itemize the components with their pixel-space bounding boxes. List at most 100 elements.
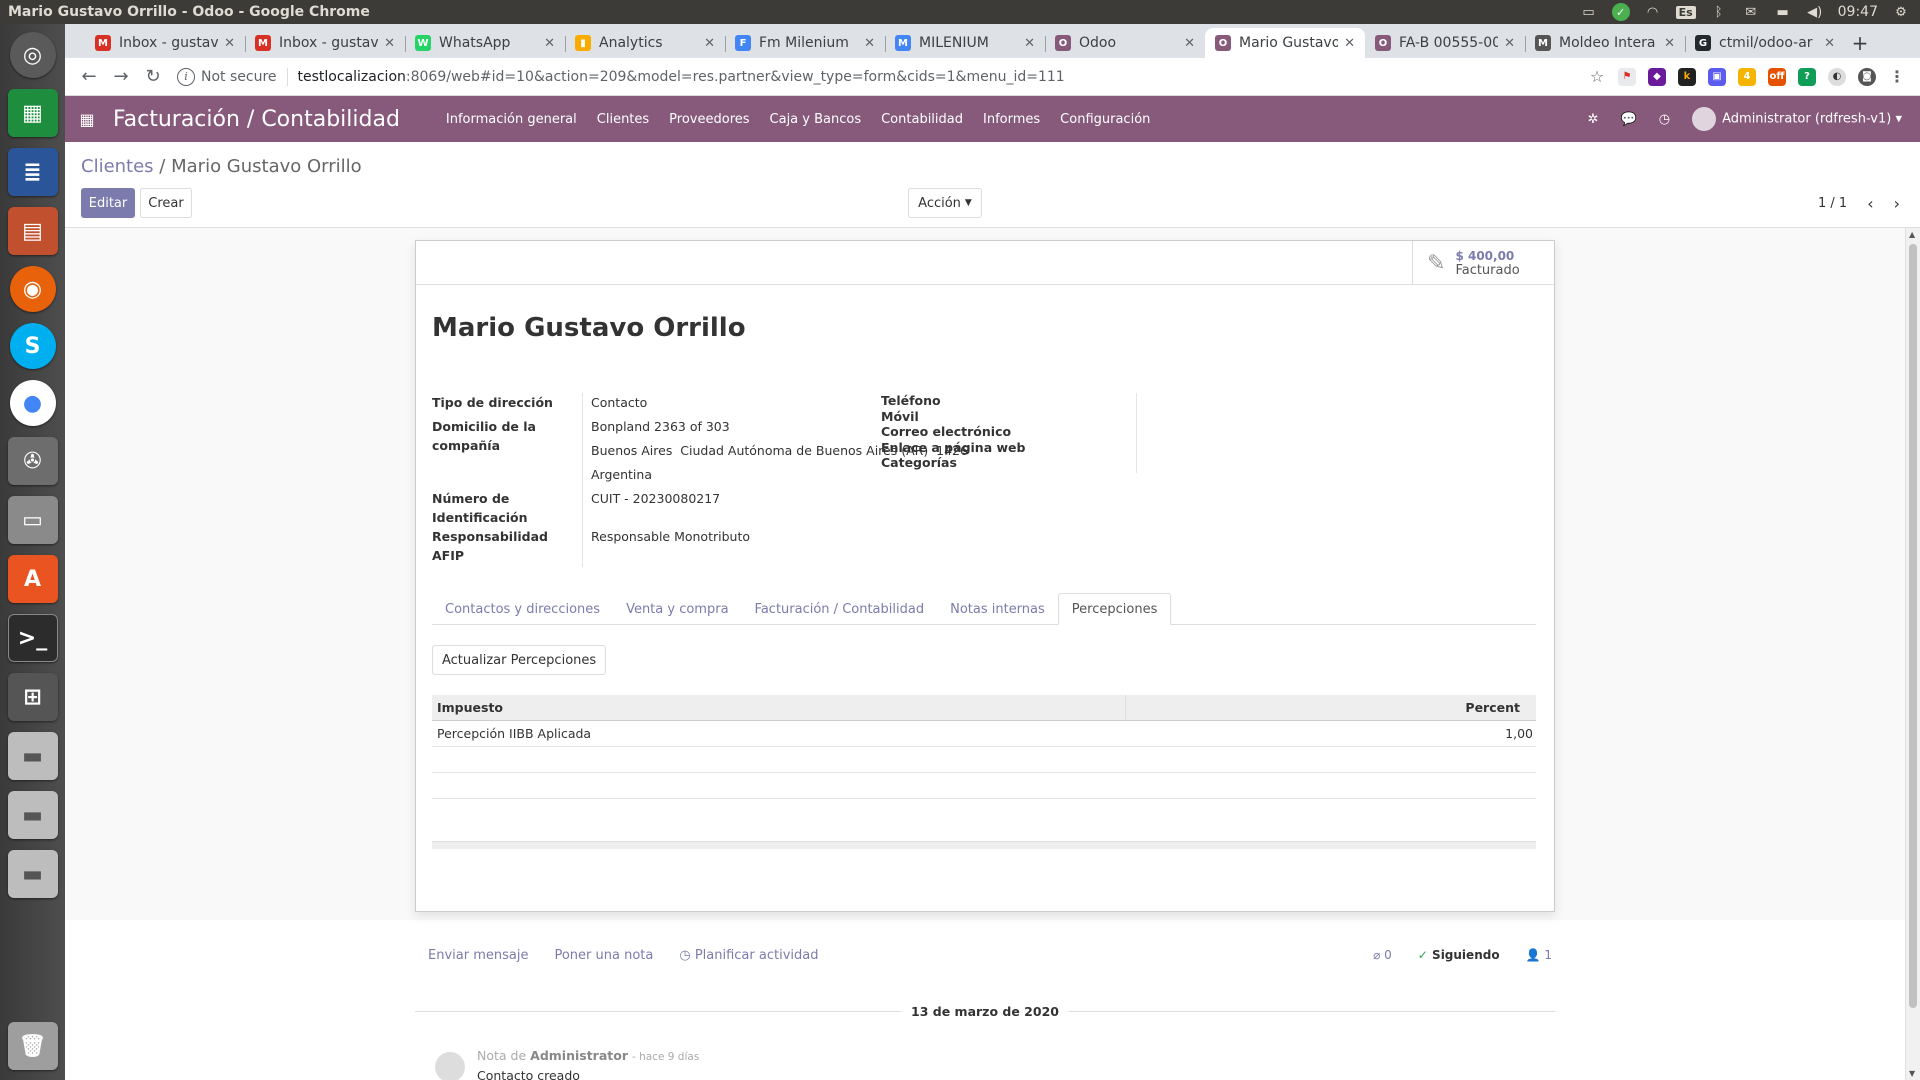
send-message-button[interactable]: Enviar mensaje xyxy=(428,948,528,963)
menu-item[interactable]: Clientes xyxy=(587,112,659,127)
notebook-tab[interactable]: Facturación / Contabilidad xyxy=(742,593,938,625)
browser-tab[interactable]: ▮ Analytics ✕ xyxy=(565,28,725,58)
browser-tab[interactable]: O FA-B 00555-00 ✕ xyxy=(1365,28,1525,58)
close-icon[interactable]: ✕ xyxy=(1664,36,1675,51)
keyboard-language[interactable]: Es xyxy=(1675,5,1696,19)
dash-home-icon[interactable]: ◎ xyxy=(9,32,56,78)
file-cabinet-icon[interactable]: ▭ xyxy=(7,496,58,544)
notebook-tab[interactable]: Venta y compra xyxy=(613,593,741,625)
browser-tab[interactable]: M MILENIUM ✕ xyxy=(885,28,1045,58)
screen-icon[interactable]: ▭ xyxy=(1580,5,1598,20)
star-bookmark-icon[interactable]: ☆ xyxy=(1588,67,1606,86)
settings-tools-icon[interactable]: ✇ xyxy=(7,437,58,485)
close-icon[interactable]: ✕ xyxy=(1824,36,1835,51)
extension-icon[interactable]: k xyxy=(1678,67,1696,86)
notebook-tab[interactable]: Notas internas xyxy=(937,593,1058,625)
drive-icon[interactable]: ▬ xyxy=(7,850,58,898)
forward-arrow-icon[interactable]: → xyxy=(105,61,137,93)
new-tab-button[interactable]: + xyxy=(1845,28,1875,58)
followers-button[interactable]: 👤 1 xyxy=(1526,948,1552,962)
check-status-icon[interactable]: ✓ xyxy=(1611,3,1630,21)
back-arrow-icon[interactable]: ← xyxy=(73,61,105,93)
browser-tab[interactable]: M Inbox - gustav ✕ xyxy=(85,28,245,58)
browser-tab[interactable]: F Fm Milenium ✕ xyxy=(725,28,885,58)
close-icon[interactable]: ✕ xyxy=(704,36,715,51)
software-center-icon[interactable]: A xyxy=(7,555,58,603)
menu-item[interactable]: Informes xyxy=(973,112,1050,127)
menu-item[interactable]: Caja y Bancos xyxy=(760,112,872,127)
bluetooth-icon[interactable]: ᛒ xyxy=(1710,5,1728,20)
browser-tab[interactable]: O Odoo ✕ xyxy=(1045,28,1205,58)
scroll-down-icon[interactable]: ▼ xyxy=(1909,1069,1915,1078)
scrollbar-thumb[interactable] xyxy=(1909,244,1917,1008)
update-perceptions-button[interactable]: Actualizar Percepciones xyxy=(432,645,607,675)
user-menu[interactable]: Administrator (rdfresh-v1) ▾ xyxy=(1692,107,1902,131)
drive-icon[interactable]: ▬ xyxy=(7,791,58,839)
info-icon[interactable]: i xyxy=(177,67,195,86)
pager-value[interactable]: 1 / 1 xyxy=(1818,196,1847,211)
close-icon[interactable]: ✕ xyxy=(1344,36,1355,51)
volume-icon[interactable]: ◀) xyxy=(1806,5,1824,20)
menu-item[interactable]: Configuración xyxy=(1050,112,1160,127)
apps-grid-icon[interactable]: ▦ xyxy=(65,96,109,142)
schedule-activity-button[interactable]: ◷ Planificar actividad xyxy=(679,948,818,963)
workspace-switcher-icon[interactable]: ⊞ xyxy=(7,673,58,721)
extension-icon[interactable]: ▣ xyxy=(1708,67,1726,86)
profile-avatar-icon[interactable]: ◙ xyxy=(1858,67,1876,86)
clock-activity-icon[interactable]: ◷ xyxy=(1659,112,1670,127)
terminal-icon[interactable]: >_ xyxy=(7,614,58,662)
spreadsheet-app-icon[interactable]: ▦ xyxy=(7,89,58,137)
more-menu-icon[interactable]: ⋮ xyxy=(1888,67,1906,86)
edit-button[interactable]: Editar xyxy=(81,188,135,218)
menu-item[interactable]: Información general xyxy=(436,112,587,127)
extension-icon[interactable]: ? xyxy=(1798,67,1816,86)
mail-icon[interactable]: ✉ xyxy=(1742,5,1760,20)
menu-item[interactable]: Proveedores xyxy=(659,112,759,127)
close-icon[interactable]: ✕ xyxy=(1504,36,1515,51)
close-icon[interactable]: ✕ xyxy=(1024,36,1035,51)
address-bar[interactable]: i Not secure testlocalizacion:8069/web#i… xyxy=(177,63,1588,91)
extension-icon[interactable]: ◆ xyxy=(1648,67,1666,86)
close-icon[interactable]: ✕ xyxy=(544,36,555,51)
bug-icon[interactable]: ✲ xyxy=(1588,112,1599,127)
chevron-left-icon[interactable]: ‹ xyxy=(1867,194,1873,213)
scroll-up-icon[interactable]: ▲ xyxy=(1909,230,1915,239)
extension-icon[interactable]: ⚑ xyxy=(1618,67,1636,86)
notebook-tab[interactable]: Percepciones xyxy=(1057,593,1172,625)
log-note-button[interactable]: Poner una nota xyxy=(554,948,653,963)
avatar[interactable] xyxy=(435,1052,465,1080)
clock[interactable]: 09:47 xyxy=(1838,4,1878,20)
browser-tab[interactable]: Gctmil/odoo-ar ✕ xyxy=(1685,28,1845,58)
chrome-icon[interactable]: ● xyxy=(9,380,56,426)
browser-tab[interactable]: W WhatsApp ✕ xyxy=(405,28,565,58)
battery-icon[interactable]: ▬ xyxy=(1774,5,1792,20)
extension-icon[interactable]: 4 xyxy=(1738,67,1756,86)
firefox-icon[interactable]: ◉ xyxy=(9,266,56,312)
wifi-icon[interactable]: ◠ xyxy=(1644,5,1662,20)
trash-icon[interactable]: 🗑 xyxy=(7,1022,58,1070)
extension-icon[interactable]: ◐ xyxy=(1828,67,1846,86)
drive-icon[interactable]: ▬ xyxy=(7,732,58,780)
app-title[interactable]: Facturación / Contabilidad xyxy=(113,107,400,132)
browser-tab[interactable]: M Moldeo Intera ✕ xyxy=(1525,28,1685,58)
message-author[interactable]: Administrator xyxy=(530,1048,628,1063)
column-header-percent[interactable]: Percent xyxy=(1126,695,1536,720)
close-icon[interactable]: ✕ xyxy=(224,36,235,51)
skype-icon[interactable]: S xyxy=(9,323,56,369)
menu-item[interactable]: Contabilidad xyxy=(871,112,973,127)
gear-icon[interactable]: ⚙ xyxy=(1892,5,1910,20)
create-button[interactable]: Crear xyxy=(140,188,192,218)
page-scrollbar[interactable]: ▲ ▼ xyxy=(1905,228,1920,1080)
notebook-tab[interactable]: Contactos y direcciones xyxy=(432,593,613,625)
writer-app-icon[interactable]: ≣ xyxy=(7,148,58,196)
action-dropdown[interactable]: Acción ▼ xyxy=(908,188,982,218)
reload-icon[interactable]: ↻ xyxy=(137,61,169,93)
close-icon[interactable]: ✕ xyxy=(384,36,395,51)
impress-app-icon[interactable]: ▤ xyxy=(7,207,58,255)
browser-tab[interactable]: O Mario Gustavo ✕ xyxy=(1205,28,1365,58)
browser-tab[interactable]: M Inbox - gustav ✕ xyxy=(245,28,405,58)
following-button[interactable]: ✓ Siguiendo xyxy=(1418,948,1500,962)
extension-icon[interactable]: off xyxy=(1768,67,1786,86)
close-icon[interactable]: ✕ xyxy=(864,36,875,51)
close-icon[interactable]: ✕ xyxy=(1184,36,1195,51)
